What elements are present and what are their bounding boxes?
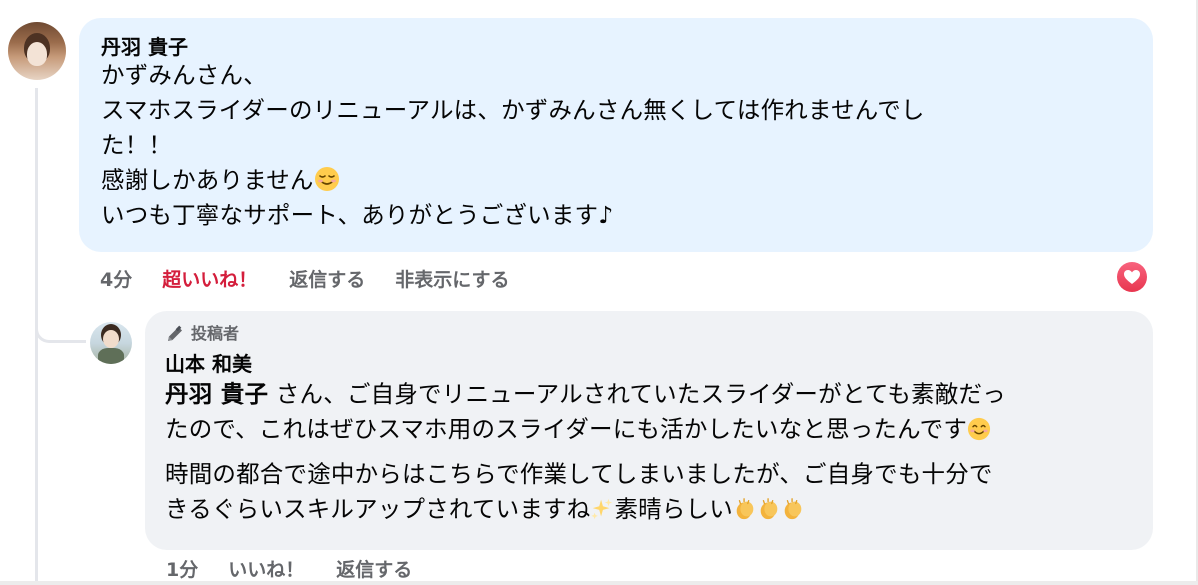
comment-line: いつも丁寧なサポート、ありがとうございます♪ [101,201,614,229]
reply-actions: 1分 いいね！ 返信する [166,554,412,582]
avatar[interactable] [8,22,66,80]
reply-line: 時間の都合で途中からはこちらで作業してしまいましたが、ご自身でも十分で [165,460,993,488]
comment-line-with-emoji: 感謝しかありません [101,163,1131,198]
reply-line-with-emoji: きるぐらいスキルアップされていますね 素晴らしい [165,492,1133,527]
comment-timestamp[interactable]: 4分 [100,265,132,292]
role-badge-label: 投稿者 [191,324,240,343]
reply-author-name[interactable]: 山本 和美 [165,351,1133,377]
sparkles-emoji-icon [591,498,613,520]
comment-text: かずみんさん、 スマホスライダーのリニューアルは、かずみんさん無くしては作れませ… [101,58,1131,233]
reaction-count-badge[interactable] [1115,260,1149,294]
smiling-face-emoji-icon [967,417,991,441]
super-like-button[interactable]: 超いいね！ [162,265,257,292]
reply-line-text: きるぐらいスキルアップされていますね [165,495,591,523]
reply-line-text: 素晴らしい [614,495,733,523]
avatar[interactable] [90,322,132,364]
mention-link[interactable]: 丹羽 貴子 [165,380,268,408]
comment-line: 感謝しかありません [101,166,314,194]
reply-line-text: さん、ご自身でリニューアルされていたスライダーがとても素敵だっ [268,380,1006,408]
comment-line: スマホスライダーのリニューアルは、かずみんさん無くしては作れませんでし [101,96,925,124]
heart-icon [1124,270,1140,284]
reply-button[interactable]: 返信する [289,265,365,292]
reply-text: 丹羽 貴子 さん、ご自身でリニューアルされていたスライダーがとても素敵だっ たの… [165,377,1133,527]
relieved-face-emoji-icon [314,167,339,191]
reply-line-with-emoji: たので、これはぜひスマホ用のスライダーにも活かしたいなと思ったんです [165,412,1133,447]
author-role-badge: 投稿者 [165,323,1133,345]
clapping-hands-emoji-icon [784,498,802,520]
reply-button[interactable]: 返信する [336,555,412,582]
like-button[interactable]: いいね！ [228,555,304,582]
comment-author-name[interactable]: 丹羽 貴子 [101,34,1131,60]
comment-line: かずみんさん、 [101,61,267,89]
hide-comment-button[interactable]: 非表示にする [395,265,509,292]
reply-timestamp[interactable]: 1分 [166,555,198,582]
reply-bubble: 投稿者 山本 和美 丹羽 貴子 さん、ご自身でリニューアルされていたスライダーが… [145,311,1153,550]
comment-line: た！！ [101,131,173,159]
heart-reaction-icon [1117,262,1147,292]
comment-actions: 4分 超いいね！ 返信する 非表示にする [100,264,509,292]
pen-icon [168,325,182,341]
reply-line: 丹羽 貴子 さん、ご自身でリニューアルされていたスライダーがとても素敵だっ [165,377,1133,412]
reply-connector-curve [35,290,86,343]
reply-line-text: たので、これはぜひスマホ用のスライダーにも活かしたいなと思ったんです [165,415,968,443]
clapping-hands-emoji-icon [736,498,754,520]
clapping-hands-emoji-icon [760,498,778,520]
comment-bubble: 丹羽 貴子 かずみんさん、 スマホスライダーのリニューアルは、かずみんさん無くし… [79,18,1153,252]
comment-thread: 丹羽 貴子 かずみんさん、 スマホスライダーのリニューアルは、かずみんさん無くし… [0,0,1198,585]
